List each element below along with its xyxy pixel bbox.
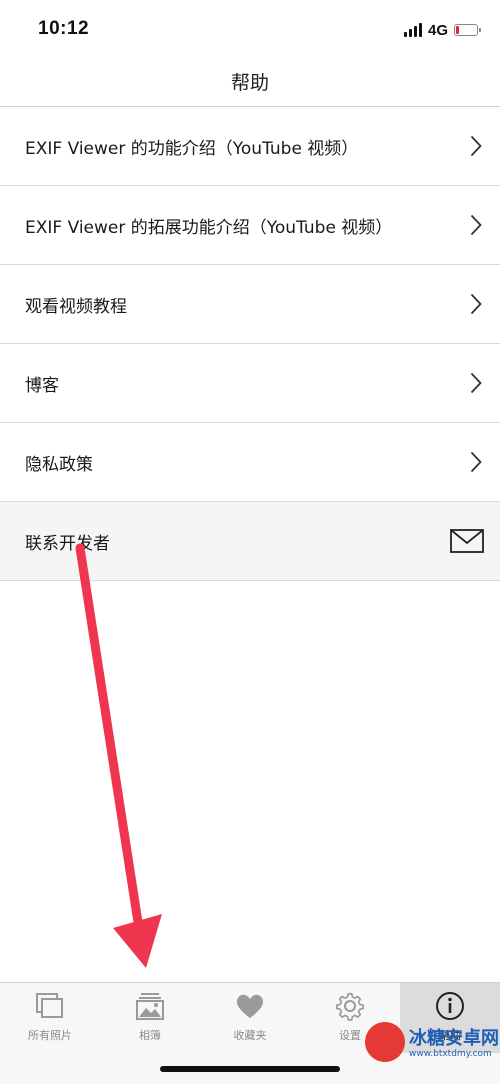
help-list: EXIF Viewer 的功能介绍（YouTube 视频） EXIF Viewe… <box>0 107 500 581</box>
heart-icon <box>236 994 264 1018</box>
help-item-label: 观看视频教程 <box>25 296 127 317</box>
help-item-label: 博客 <box>25 375 59 396</box>
help-item-label: EXIF Viewer 的功能介绍（YouTube 视频） <box>25 138 359 159</box>
gear-icon <box>336 992 364 1021</box>
signal-icon <box>403 23 422 37</box>
tab-all-photos[interactable]: 所有照片 <box>0 983 100 1053</box>
home-indicator <box>160 1066 340 1072</box>
tab-label: 所有照片 <box>28 1029 72 1042</box>
chevron-right-icon <box>470 451 482 473</box>
status-time: 10:12 <box>38 18 90 39</box>
help-item-label: EXIF Viewer 的拓展功能介绍（YouTube 视频） <box>25 217 393 238</box>
help-item-contact-developer[interactable]: 联系开发者 <box>0 502 500 581</box>
watermark-text: 冰糖安卓网 <box>409 1028 499 1049</box>
nav-bar: 帮助 <box>0 56 500 107</box>
watermark-url: www.btxtdmy.com <box>409 1049 492 1059</box>
tab-label: 相簿 <box>139 1029 161 1042</box>
album-icon <box>136 993 164 1020</box>
page-title: 帮助 <box>230 72 269 94</box>
help-item-blog[interactable]: 博客 <box>0 344 500 423</box>
watermark-logo-icon <box>365 1022 405 1062</box>
battery-icon <box>454 24 481 36</box>
network-type: 4G <box>427 21 448 39</box>
photos-stack-icon <box>36 993 63 1018</box>
chevron-right-icon <box>470 293 482 315</box>
help-item-exif-intro[interactable]: EXIF Viewer 的功能介绍（YouTube 视频） <box>0 107 500 186</box>
help-item-video-tutorial[interactable]: 观看视频教程 <box>0 265 500 344</box>
tab-favorites[interactable]: 收藏夹 <box>200 983 300 1053</box>
chevron-right-icon <box>470 135 482 157</box>
info-icon <box>436 992 464 1020</box>
help-item-label: 隐私政策 <box>25 454 93 475</box>
mail-icon <box>450 529 484 553</box>
chevron-right-icon <box>470 214 482 236</box>
tab-albums[interactable]: 相簿 <box>100 983 200 1053</box>
help-item-label: 联系开发者 <box>25 533 110 554</box>
chevron-right-icon <box>470 372 482 394</box>
watermark: 冰糖安卓网 www.btxtdmy.com <box>365 1018 500 1078</box>
status-bar: 10:12 4G <box>0 0 500 56</box>
tab-label: 收藏夹 <box>233 1029 267 1042</box>
help-item-exif-extended[interactable]: EXIF Viewer 的拓展功能介绍（YouTube 视频） <box>0 186 500 265</box>
help-item-privacy-policy[interactable]: 隐私政策 <box>0 423 500 502</box>
battery-level <box>456 26 459 34</box>
status-indicators: 4G <box>403 20 481 40</box>
